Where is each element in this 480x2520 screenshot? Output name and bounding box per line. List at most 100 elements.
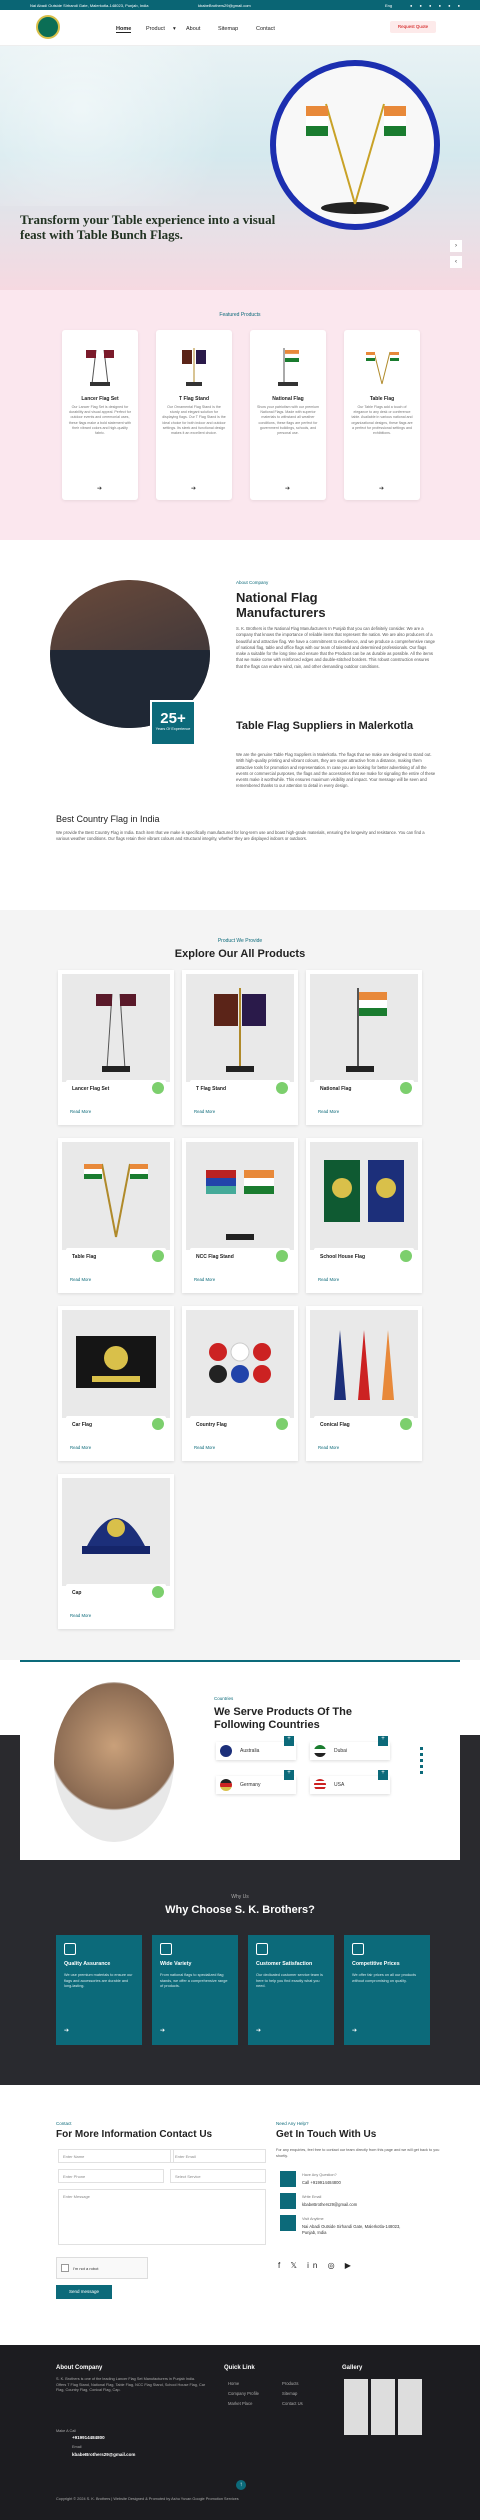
featured-card[interactable]: National Flag Show your patriotism with o… [250, 330, 326, 500]
email-link[interactable]: kbabeBrothers29@gmail.com [198, 3, 251, 8]
footer-email-link[interactable]: kbabeBrothers29@gmail.com [72, 2452, 135, 2457]
product-image [310, 1310, 418, 1418]
product-card[interactable]: T Flag Stand Read More [182, 970, 298, 1125]
table-flag-image [366, 351, 399, 385]
help-text: For any enquiries, feel free to contact … [276, 2148, 440, 2159]
carousel-dots[interactable] [420, 1747, 423, 1777]
arrow-right-icon[interactable] [152, 1250, 164, 1262]
phone-link[interactable]: Call +919914484800 [302, 2180, 341, 2185]
t-flag-stand-image [182, 348, 206, 386]
request-quote-button[interactable]: Request Quote [390, 21, 436, 33]
country-item[interactable]: Australia + [216, 1736, 296, 1760]
recaptcha-box[interactable]: I'm not a robot [56, 2257, 148, 2279]
lancer-flag-image [86, 349, 114, 386]
about-paragraph-3: We provide the Best Country Flag in Indi… [56, 830, 425, 842]
arrow-right-icon[interactable] [152, 1082, 164, 1094]
footer-links-col1[interactable]: Home Company Profile Market Place [228, 2379, 259, 2409]
nav-sitemap[interactable]: Sitemap [218, 26, 238, 32]
arrow-right-icon[interactable] [400, 1418, 412, 1430]
hero-title: Transform your Table experience into a v… [20, 212, 276, 242]
arrow-right-icon[interactable] [276, 1418, 288, 1430]
top-bar: Nai Abadi Outside Sirhandi Gate, Malerko… [0, 0, 480, 10]
arrow-right-icon[interactable] [400, 1082, 412, 1094]
arrow-right-icon[interactable]: ➔ [256, 2027, 261, 2034]
footer-gallery-title: Gallery [342, 2365, 363, 2371]
address-text: Nai Abadi Outside Sirhandi Gate, Malerko… [302, 2224, 401, 2235]
arrow-right-icon[interactable] [400, 1250, 412, 1262]
why-card: Wide Variety From national flags to speci… [152, 1935, 238, 2045]
country-item[interactable]: USA + [310, 1770, 390, 1794]
countries-kicker: Countries [214, 1696, 234, 1701]
mail-icon [280, 2193, 296, 2209]
arrow-right-icon[interactable] [152, 1418, 164, 1430]
help-heading: Get In Touch With Us [276, 2129, 377, 2140]
nav-about[interactable]: About [186, 26, 200, 32]
company-logo[interactable] [36, 15, 60, 39]
product-card[interactable]: Car Flag Read More [58, 1306, 174, 1461]
featured-heading: Featured Products [219, 312, 261, 318]
product-card[interactable]: NCC Flag Stand Read More [182, 1138, 298, 1293]
social-icons[interactable]: f 𝕏 in ◎ ▶ [278, 2261, 355, 2270]
featured-card[interactable]: Lancer Flag Set Our Lancer Flag Set is de… [62, 330, 138, 500]
nav-contact[interactable]: Contact [256, 26, 275, 32]
product-card[interactable]: Lancer Flag Set Read More [58, 970, 174, 1125]
language-select[interactable]: Eng [385, 3, 392, 8]
contact-heading: For More Information Contact Us [56, 2129, 213, 2140]
arrow-right-icon[interactable]: ➔ [352, 2027, 357, 2034]
nav-product[interactable]: Product [146, 26, 165, 32]
email-link[interactable]: kbabeBrothers29@gmail.com [302, 2202, 357, 2207]
nav-home[interactable]: Home [116, 26, 132, 33]
product-image [62, 1310, 170, 1418]
product-card[interactable]: Table Flag Read More [58, 1138, 174, 1293]
product-card[interactable]: Conical Flag Read More [306, 1306, 422, 1461]
arrow-right-icon[interactable]: ➔ [97, 485, 102, 492]
arrow-right-icon[interactable]: ➔ [160, 2027, 165, 2034]
footer-about-title: About Company [56, 2365, 103, 2371]
featured-card[interactable]: T Flag Stand Our Ornamental Flag Stand is… [156, 330, 232, 500]
about-kicker: About Company [236, 580, 269, 585]
plus-icon: + [284, 1736, 294, 1746]
social-icons[interactable]: ● ● ● ● ● ● [410, 3, 463, 8]
product-card[interactable]: Country Flag Read More [182, 1306, 298, 1461]
slider-next-button[interactable]: › [450, 240, 462, 252]
country-item[interactable]: Dubai + [310, 1736, 390, 1760]
help-kicker: Need Any Help? [276, 2121, 309, 2126]
arrow-right-icon[interactable]: ➔ [191, 485, 196, 492]
arrow-right-icon[interactable]: ➔ [64, 2027, 69, 2034]
service-select[interactable]: Select Service [170, 2169, 266, 2183]
why-card: Competitive Prices We offer fair prices o… [344, 1935, 430, 2045]
scroll-top-button[interactable]: ↑ [236, 2480, 246, 2490]
why-card: Customer Satisfaction Our dedicated custo… [248, 1935, 334, 2045]
product-image [62, 974, 170, 1082]
product-image [62, 1478, 170, 1586]
arrow-right-icon[interactable] [152, 1586, 164, 1598]
product-card[interactable]: School House Flag Read More [306, 1138, 422, 1293]
gallery-grid[interactable] [344, 2379, 422, 2435]
featured-card[interactable]: Table Flag Our Table Flags add a touch of… [344, 330, 420, 500]
country-item[interactable]: Germany + [216, 1770, 296, 1794]
email-input[interactable]: Enter Email [170, 2149, 266, 2163]
send-message-button[interactable]: Send message [56, 2285, 112, 2299]
arrow-right-icon[interactable] [276, 1250, 288, 1262]
product-card[interactable]: Cap Read More [58, 1474, 174, 1629]
countries-section: Countries We Serve Products Of The Follo… [20, 1660, 460, 1860]
satisfaction-icon [256, 1943, 268, 1955]
copyright-text: Copyright © 2024 S. K. Brothers | Websit… [56, 2497, 239, 2501]
products-kicker: Product We Provide [217, 938, 263, 944]
footer: About Company S. K. Brothers is one of t… [0, 2345, 480, 2520]
product-card[interactable]: National Flag Read More [306, 970, 422, 1125]
arrow-right-icon[interactable] [276, 1082, 288, 1094]
name-input[interactable]: Enter Name [58, 2149, 174, 2163]
arrow-right-icon[interactable]: ➔ [379, 485, 384, 492]
footer-phone-link[interactable]: +919914484800 [72, 2435, 105, 2440]
footer-links-col2[interactable]: Products Sitemap Contact Us [282, 2379, 303, 2409]
checkbox [61, 2264, 69, 2272]
arrow-right-icon[interactable]: ➔ [285, 485, 290, 492]
product-image [62, 1142, 170, 1250]
slider-prev-button[interactable]: ‹ [450, 256, 462, 268]
phone-input[interactable]: Enter Phone [58, 2169, 164, 2183]
message-textarea[interactable]: Enter Message [58, 2189, 266, 2245]
phone-icon [280, 2171, 296, 2187]
footer-about-text: S. K. Brothers is one of the leading Lan… [56, 2377, 206, 2392]
variety-icon [160, 1943, 172, 1955]
